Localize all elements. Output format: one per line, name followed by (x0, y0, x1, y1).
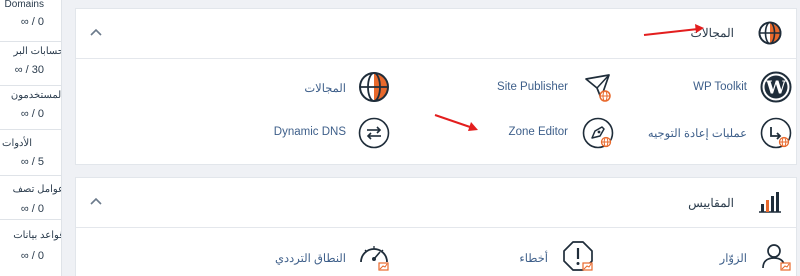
stat-label: عوامل تصف (12, 184, 62, 195)
stat-value: ∞ / 0 (20, 108, 44, 120)
stat-value: ∞ / 5 (20, 156, 44, 168)
stats-sidebar: Domains ∞ / 0 حسابات البر ∞ / 30 المستخد… (0, 0, 62, 276)
redirects-link[interactable]: عمليات إعادة التوجيه (616, 115, 796, 151)
chevron-up-icon[interactable] (88, 196, 104, 208)
item-label: WP Toolkit (693, 81, 747, 93)
redirect-icon (760, 117, 792, 149)
item-label: عمليات إعادة التوجيه (647, 128, 747, 140)
stat-tools: الأدوات ∞ / 5 (0, 130, 61, 176)
stat-domains: Domains ∞ / 0 (0, 0, 61, 42)
errors-link[interactable]: أخطاء (476, 238, 596, 274)
panel-title: المقاييس (688, 196, 734, 210)
domains-panel: المجالات WP Toolkit W Site Publisher الم… (75, 8, 797, 165)
site-publisher-link[interactable]: Site Publisher (456, 71, 616, 107)
domains-panel-header[interactable]: المجالات (76, 9, 796, 59)
item-label: Zone Editor (508, 126, 568, 138)
item-label: النطاق الترددي (275, 253, 346, 265)
stat-email-accounts: حسابات البر ∞ / 30 (0, 42, 62, 86)
stat-label: الأدوات (2, 138, 32, 149)
stat-value: ∞ / 30 (14, 64, 44, 76)
stat-label: Domains (4, 0, 44, 10)
zone-editor-link[interactable]: Zone Editor (456, 115, 616, 151)
visitors-link[interactable]: الزوّار (656, 238, 796, 274)
globe-icon (758, 21, 782, 45)
item-label: الزوّار (719, 253, 747, 265)
svg-text:W: W (765, 78, 787, 99)
chevron-up-icon[interactable] (88, 27, 104, 39)
paper-plane-icon (585, 74, 611, 102)
item-label: Dynamic DNS (273, 126, 346, 138)
bandwidth-link[interactable]: النطاق الترددي (275, 238, 396, 274)
globe-icon (359, 72, 389, 102)
metrics-panel-header[interactable]: المقاييس (76, 178, 796, 228)
gauge-icon (360, 246, 389, 271)
stat-label: قواعد بيانات (13, 230, 62, 241)
stat-filters: عوامل تصف ∞ / 0 (0, 176, 62, 220)
errors-icon (563, 241, 593, 271)
stat-label: حسابات البر (13, 46, 62, 57)
bar-chart-icon (759, 192, 781, 213)
stat-users: المستخدمون ∞ / 0 (0, 86, 62, 130)
item-label: أخطاء (519, 253, 548, 265)
stat-value: ∞ / 0 (20, 203, 44, 215)
stat-label: المستخدمون (10, 90, 62, 101)
visitors-icon (762, 244, 791, 271)
domains-link[interactable]: المجالات (276, 71, 396, 107)
wp-toolkit-link[interactable]: WP Toolkit W (636, 71, 796, 107)
wordpress-icon: W (760, 71, 792, 103)
stat-databases: قواعد بيانات ∞ / 0 (0, 220, 62, 276)
item-label: المجالات (304, 83, 346, 95)
item-label: Site Publisher (497, 81, 568, 93)
dynamic-dns-link[interactable]: Dynamic DNS (266, 115, 396, 151)
metrics-panel: المقاييس الزوّار أخطاء النطاق الترددي (75, 177, 797, 276)
exchange-arrows-icon (358, 117, 390, 149)
stat-value: ∞ / 0 (20, 16, 44, 28)
zone-editor-icon (582, 117, 614, 149)
stat-value: ∞ / 0 (20, 250, 44, 262)
panel-title: المجالات (690, 26, 734, 40)
